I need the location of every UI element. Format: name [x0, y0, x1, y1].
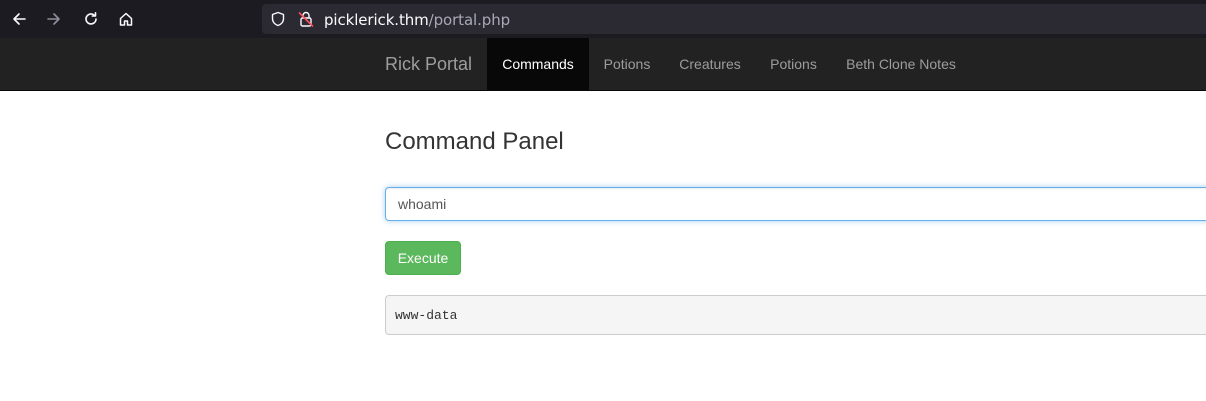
- reload-icon: [85, 12, 97, 25]
- site-navbar: Rick Portal Commands Potions Creatures P…: [0, 38, 1206, 91]
- forward-button[interactable]: [40, 5, 68, 33]
- nav-item-beth-clone-notes[interactable]: Beth Clone Notes: [832, 38, 970, 90]
- address-bar[interactable]: picklerick.thm/portal.php: [262, 4, 1206, 34]
- home-icon: [119, 12, 133, 26]
- url-path: /portal.php: [428, 11, 511, 29]
- forward-arrow-icon: [47, 13, 60, 25]
- execute-button[interactable]: Execute: [385, 241, 461, 275]
- nav-item-creatures[interactable]: Creatures: [665, 38, 755, 90]
- browser-toolbar: picklerick.thm/portal.php: [0, 0, 1206, 38]
- insecure-lock-icon[interactable]: [298, 10, 314, 33]
- command-output: www-data: [385, 295, 1206, 335]
- nav-item-potions-2[interactable]: Potions: [755, 38, 832, 90]
- nav-item-commands[interactable]: Commands: [487, 38, 589, 90]
- back-arrow-icon: [13, 13, 26, 25]
- shield-icon[interactable]: [270, 11, 286, 32]
- reload-button[interactable]: [77, 5, 105, 33]
- nav-item-potions[interactable]: Potions: [589, 38, 665, 90]
- home-button[interactable]: [112, 5, 140, 33]
- page-title: Command Panel: [385, 128, 564, 155]
- url-text[interactable]: picklerick.thm/portal.php: [324, 11, 510, 29]
- back-button[interactable]: [5, 5, 33, 33]
- url-host: picklerick.thm: [324, 11, 429, 29]
- brand-link[interactable]: Rick Portal: [385, 54, 472, 75]
- command-input[interactable]: [385, 187, 1206, 221]
